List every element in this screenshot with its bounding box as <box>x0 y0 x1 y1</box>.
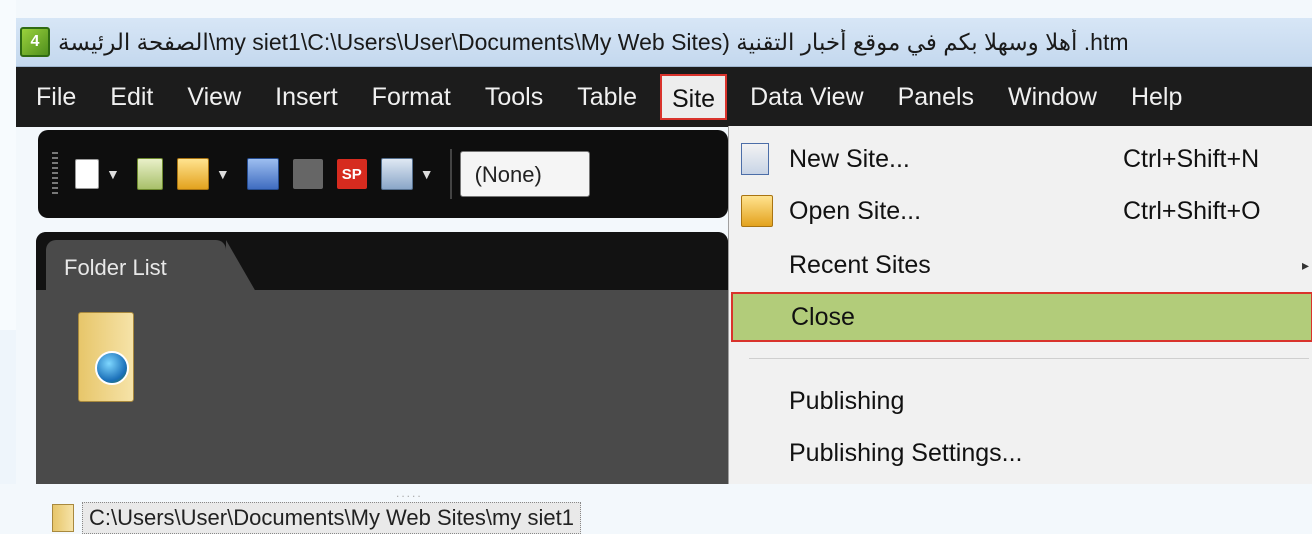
menuitem-publishing[interactable]: Publishing <box>729 376 1312 426</box>
menu-edit[interactable]: Edit <box>93 74 170 120</box>
new-site-shortcut: Ctrl+Shift+N <box>1123 144 1260 173</box>
submenu-arrow-icon: ▸ <box>1301 256 1309 273</box>
toolbar: ▼ ▼ SP ▼ (None) <box>38 130 728 218</box>
style-select[interactable]: (None) <box>459 151 590 197</box>
new-document-icon[interactable] <box>136 158 163 190</box>
new-site-icon <box>741 143 769 175</box>
menu-site[interactable]: Site <box>660 74 728 120</box>
menu-bar: File Edit View Insert Format Tools Table… <box>16 67 1312 127</box>
menu-separator <box>749 358 1309 359</box>
menu-help[interactable]: Help <box>1114 74 1199 120</box>
new-dropdown-arrow-icon[interactable]: ▼ <box>106 166 120 182</box>
save-all-icon[interactable] <box>292 159 323 189</box>
menu-insert[interactable]: Insert <box>258 74 355 120</box>
menuitem-publishing-settings[interactable]: Publishing Settings... <box>729 428 1312 478</box>
background-edge <box>0 330 16 484</box>
publishing-settings-label: Publishing Settings... <box>789 438 1023 467</box>
new-page-icon[interactable] <box>75 159 99 189</box>
website-folder-icon[interactable] <box>78 312 134 402</box>
menu-view[interactable]: View <box>170 74 258 120</box>
menuitem-open-site[interactable]: Open Site... Ctrl+Shift+O <box>729 186 1312 236</box>
folder-icon <box>52 504 74 532</box>
preview-icon[interactable] <box>380 158 413 190</box>
open-folder-icon[interactable] <box>176 158 209 190</box>
folder-list-panel: Folder List ..... C:\Users\User\Document… <box>36 232 728 534</box>
menu-table[interactable]: Table <box>560 74 654 120</box>
toolbar-grip[interactable] <box>52 152 58 196</box>
title-bar: 4 الصفحة الرئيسة\my siet1\C:\Users\User\… <box>16 18 1312 67</box>
new-site-label: New Site... <box>789 144 910 173</box>
open-site-icon <box>741 195 773 227</box>
open-site-shortcut: Ctrl+Shift+O <box>1123 196 1261 225</box>
preview-dropdown-arrow-icon[interactable]: ▼ <box>420 166 434 182</box>
globe-icon <box>95 351 129 385</box>
menu-window[interactable]: Window <box>991 74 1114 120</box>
site-dropdown-menu: New Site... Ctrl+Shift+N Open Site... Ct… <box>728 126 1312 484</box>
folder-list-tab[interactable]: Folder List <box>46 240 256 292</box>
folder-path[interactable]: C:\Users\User\Documents\My Web Sites\my … <box>82 502 581 534</box>
menu-file[interactable]: File <box>16 74 93 120</box>
panel-splitter[interactable]: ..... <box>396 486 423 500</box>
recent-sites-label: Recent Sites <box>789 250 931 279</box>
open-dropdown-arrow-icon[interactable]: ▼ <box>216 166 230 182</box>
folder-path-row[interactable]: C:\Users\User\Documents\My Web Sites\my … <box>52 502 581 534</box>
menu-format[interactable]: Format <box>355 74 468 120</box>
close-label: Close <box>791 302 855 331</box>
toolbar-separator <box>449 149 452 199</box>
save-icon[interactable] <box>246 158 279 190</box>
sharepoint-icon[interactable]: SP <box>336 159 367 189</box>
window-title: الصفحة الرئيسة\my siet1\C:\Users\User\Do… <box>58 28 1129 55</box>
app-icon: 4 <box>20 27 50 57</box>
publishing-label: Publishing <box>789 386 905 415</box>
open-site-label: Open Site... <box>789 196 922 225</box>
menuitem-new-site[interactable]: New Site... Ctrl+Shift+N <box>729 134 1312 184</box>
menuitem-close[interactable]: Close <box>731 292 1312 342</box>
menu-tools[interactable]: Tools <box>468 74 560 120</box>
panel-body: ..... C:\Users\User\Documents\My Web Sit… <box>36 290 728 534</box>
menu-panels[interactable]: Panels <box>881 74 991 120</box>
menuitem-recent-sites[interactable]: Recent Sites ▸ <box>729 240 1312 290</box>
menu-data-view[interactable]: Data View <box>733 74 881 120</box>
